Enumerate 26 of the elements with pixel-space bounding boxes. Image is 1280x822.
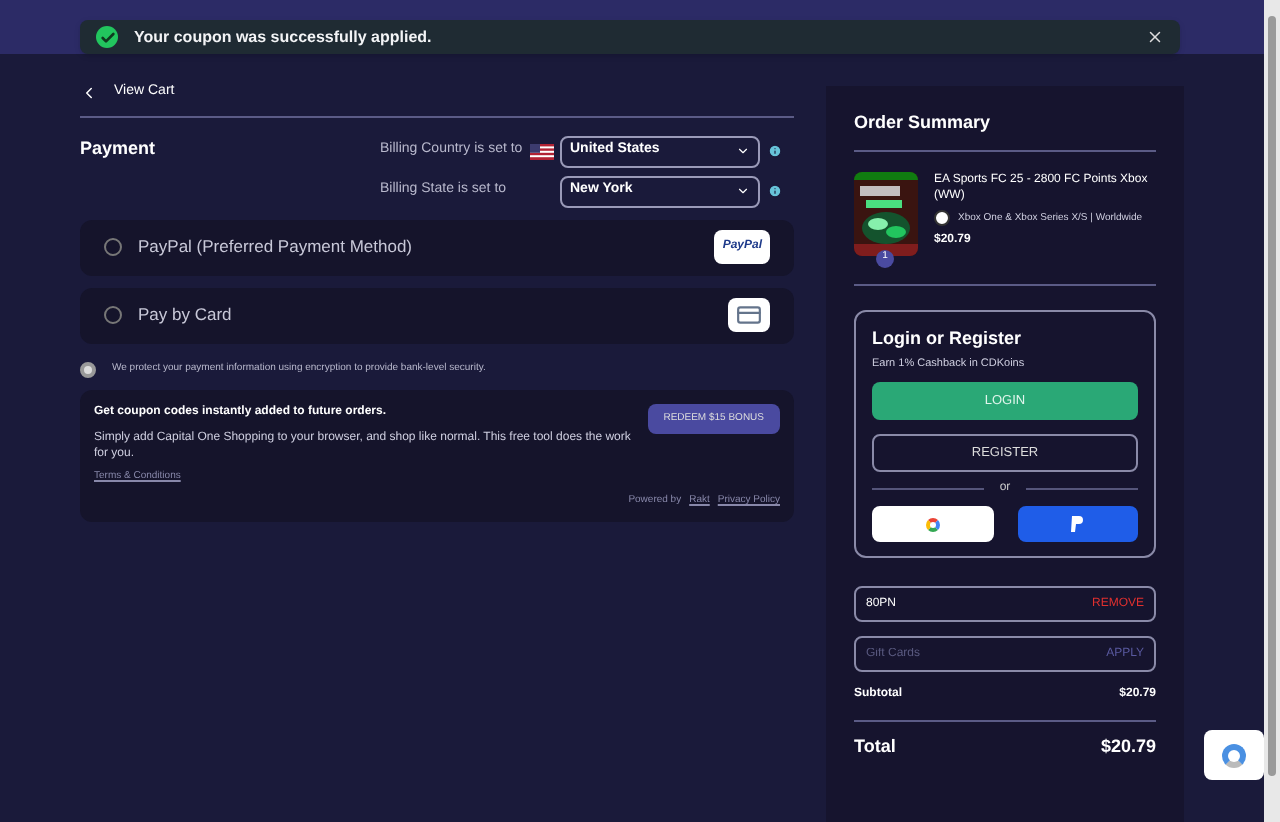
- radio-button[interactable]: [104, 306, 122, 324]
- paypal-icon: [1070, 516, 1085, 533]
- success-icon: [96, 26, 118, 48]
- chevron-down-icon: [736, 144, 750, 158]
- google-icon: [925, 517, 940, 532]
- total-label: Total: [854, 734, 896, 761]
- radio-button[interactable]: [104, 238, 122, 256]
- recaptcha-icon: [1222, 743, 1246, 767]
- order-summary-title: Order Summary: [854, 110, 1156, 151]
- payment-title: Payment: [80, 135, 158, 162]
- info-icon[interactable]: [768, 184, 782, 198]
- close-icon[interactable]: [1146, 28, 1164, 46]
- scrollbar[interactable]: [1264, 0, 1280, 822]
- payment-method-option[interactable]: Pay by Card: [80, 287, 794, 343]
- method-label: PayPal (Preferred Payment Method): [138, 234, 415, 260]
- toast-message: Your coupon was successfully applied.: [134, 25, 432, 49]
- login-title: Login or Register: [872, 325, 1024, 352]
- info-icon[interactable]: [768, 144, 782, 158]
- google-button[interactable]: [872, 506, 993, 543]
- card-icon: [728, 298, 770, 332]
- method-label: Pay by Card: [138, 302, 234, 328]
- total-value: $20.79: [1100, 734, 1156, 761]
- back-icon[interactable]: [80, 83, 98, 102]
- paypal-button[interactable]: [1017, 506, 1138, 543]
- chevron-down-icon: [736, 184, 750, 198]
- flag-icon: [530, 143, 555, 159]
